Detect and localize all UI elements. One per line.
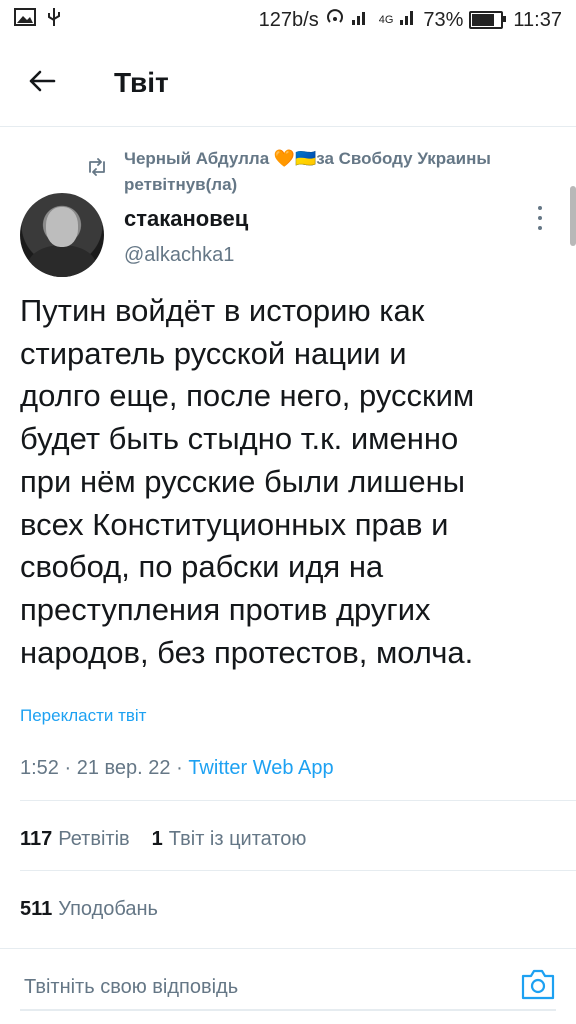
retweet-icon bbox=[86, 158, 110, 182]
camera-icon[interactable] bbox=[520, 967, 556, 1001]
author-handle[interactable]: @alkachka1 bbox=[124, 244, 234, 267]
author-name[interactable]: стакановец bbox=[124, 206, 248, 232]
reply-underline bbox=[20, 1009, 556, 1011]
divider bbox=[20, 800, 576, 801]
gallery-icon bbox=[14, 8, 36, 32]
tweet-meta: 1:52 · 21 вер. 22 · Twitter Web App bbox=[20, 757, 334, 779]
signal-icon bbox=[351, 8, 373, 32]
scrollbar[interactable] bbox=[570, 186, 576, 246]
reply-input[interactable] bbox=[22, 971, 466, 1003]
translate-tweet-link[interactable]: Перекласти твіт bbox=[20, 706, 146, 726]
likes-count: 511 bbox=[20, 898, 53, 920]
more-options-button[interactable] bbox=[530, 206, 550, 230]
tweet-source-link[interactable]: Twitter Web App bbox=[188, 757, 333, 779]
back-button[interactable] bbox=[12, 53, 72, 113]
network-speed: 127b/s bbox=[258, 8, 319, 31]
reply-bar bbox=[0, 948, 576, 1024]
hotspot-icon bbox=[325, 7, 345, 33]
quotes-count: 1 bbox=[151, 828, 163, 850]
divider bbox=[20, 870, 576, 871]
tweet-text: Путин войдёт в историю как стиратель рус… bbox=[20, 293, 475, 670]
tweet-time: 1:52 bbox=[20, 757, 59, 779]
likes-stat[interactable]: 511 Уподобань bbox=[20, 898, 158, 921]
network-type: 4G bbox=[378, 14, 394, 26]
quotes-stat[interactable]: 1 Твіт із цитатою bbox=[152, 828, 307, 851]
retweeter-name: Черный Абдулла 🧡🇺🇦за Свободу Украины bbox=[124, 149, 491, 168]
retweet-stats: 117 Ретвітів 1 Твіт із цитатою bbox=[20, 828, 306, 851]
battery-percent: 73% bbox=[423, 8, 464, 31]
more-vertical-icon bbox=[538, 206, 542, 210]
top-app-bar: Твіт bbox=[0, 40, 576, 127]
quotes-label: Твіт із цитатою bbox=[168, 828, 307, 850]
arrow-left-icon bbox=[28, 69, 56, 98]
usb-icon bbox=[46, 7, 62, 33]
retweet-action-label: ретвітнув(ла) bbox=[124, 175, 238, 194]
status-bar: 127b/s 4G 73% 11:37 bbox=[0, 0, 576, 40]
likes-label: Уподобань bbox=[58, 898, 158, 920]
retweeted-by[interactable]: Черный Абдулла 🧡🇺🇦за Свободу Украины рет… bbox=[86, 146, 556, 198]
page-title: Твіт bbox=[114, 67, 169, 98]
retweets-label: Ретвітів bbox=[58, 828, 130, 850]
tweet-date: 21 вер. 22 bbox=[76, 757, 171, 779]
clock: 11:37 bbox=[513, 8, 562, 31]
battery-icon bbox=[469, 11, 507, 29]
avatar[interactable] bbox=[20, 193, 104, 277]
retweets-stat[interactable]: 117 Ретвітів bbox=[20, 828, 130, 851]
signal-4g-icon bbox=[399, 8, 417, 32]
retweets-count: 117 bbox=[20, 828, 53, 850]
